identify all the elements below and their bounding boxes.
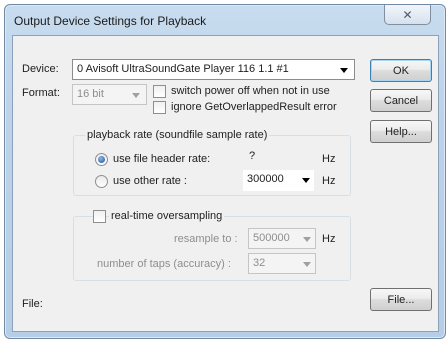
format-label: Format:: [22, 87, 60, 99]
use-other-rate-label: use other rate :: [113, 175, 187, 187]
resample-label: resample to :: [174, 233, 238, 245]
use-other-rate-radio[interactable]: [95, 175, 108, 188]
file-label: File:: [22, 298, 43, 310]
device-select-value: 0 Avisoft UltraSoundGate Player 116 1.1 …: [77, 63, 289, 75]
ignore-overlapped-label: ignore GetOverlappedResult error: [171, 101, 337, 113]
use-header-rate-radio[interactable]: [95, 153, 108, 166]
chevron-down-icon: [132, 93, 140, 98]
playback-rate-group-title: playback rate (soundfile sample rate): [85, 129, 270, 141]
file-button[interactable]: File...: [370, 288, 432, 311]
cancel-button[interactable]: Cancel: [370, 89, 432, 112]
resample-select[interactable]: 500000: [248, 228, 316, 249]
header-rate-unit: Hz: [322, 153, 336, 165]
title-bar[interactable]: Output Device Settings for Playback ✕: [5, 5, 445, 35]
ok-button[interactable]: OK: [370, 59, 432, 82]
format-select-value: 16 bit: [77, 88, 104, 100]
resample-unit: Hz: [322, 233, 336, 245]
taps-select-value: 32: [253, 257, 266, 269]
header-rate-value: ?: [249, 150, 256, 162]
help-button[interactable]: Help...: [370, 120, 432, 143]
oversampling-group-title: real-time oversampling: [109, 210, 225, 222]
other-rate-unit: Hz: [322, 175, 336, 187]
resample-select-value: 500000: [253, 232, 290, 244]
other-rate-select-value: 300000: [247, 173, 284, 185]
switch-power-checkbox[interactable]: [153, 85, 166, 98]
format-select[interactable]: 16 bit: [72, 84, 147, 105]
taps-label: number of taps (accuracy) :: [97, 258, 231, 270]
switch-power-label: switch power off when not in use: [171, 85, 330, 97]
chevron-down-icon: [303, 237, 311, 242]
device-label: Device:: [22, 63, 59, 75]
chevron-down-icon: [303, 262, 311, 267]
oversampling-checkbox[interactable]: [93, 210, 106, 223]
dialog-window: Output Device Settings for Playback ✕ De…: [4, 4, 446, 339]
chevron-down-icon: [340, 68, 348, 73]
dialog-client-area: Device: 0 Avisoft UltraSoundGate Player …: [12, 35, 439, 332]
device-select[interactable]: 0 Avisoft UltraSoundGate Player 116 1.1 …: [72, 59, 355, 80]
use-header-rate-label: use file header rate:: [113, 153, 211, 165]
taps-select[interactable]: 32: [248, 253, 316, 274]
close-button[interactable]: ✕: [384, 5, 431, 25]
other-rate-select[interactable]: 300000: [243, 170, 314, 191]
window-title: Output Device Settings for Playback: [14, 14, 207, 28]
chevron-down-icon: [302, 178, 310, 183]
close-icon: ✕: [402, 7, 413, 22]
ignore-overlapped-checkbox[interactable]: [153, 101, 166, 114]
